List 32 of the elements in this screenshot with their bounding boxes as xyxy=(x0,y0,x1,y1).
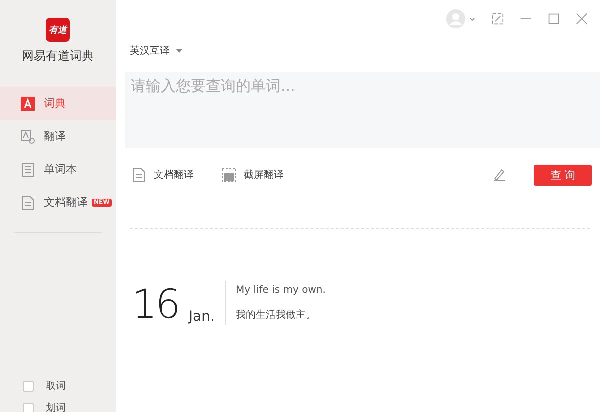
search-field[interactable]: 请输入您要查询的单词... xyxy=(125,72,600,148)
nav-label: 翻译 xyxy=(44,129,66,144)
document-icon xyxy=(132,168,146,182)
letter-a-icon xyxy=(21,96,35,110)
translate-icon xyxy=(21,130,35,144)
query-button[interactable]: 查 询 xyxy=(534,164,592,186)
english-quote: My life is my own. xyxy=(236,284,326,296)
book-icon xyxy=(21,162,35,176)
app-logo: 有道 xyxy=(46,18,70,42)
camera-icon xyxy=(222,168,236,182)
date-month: Jan. xyxy=(188,309,215,325)
close-icon[interactable] xyxy=(576,13,588,25)
checkbox-label: 取词 xyxy=(46,380,66,393)
checkbox[interactable] xyxy=(23,402,34,412)
checkbox[interactable] xyxy=(23,380,34,392)
caret-icon xyxy=(176,49,183,53)
app-name: 网易有道词典 xyxy=(22,48,94,65)
nav-label: 单词本 xyxy=(44,162,77,177)
nav-item[interactable]: 单词本 xyxy=(0,153,116,186)
document-icon xyxy=(21,196,35,210)
language-dropdown[interactable]: 英汉互译 xyxy=(130,43,600,59)
nav-label: 文档翻译 xyxy=(44,195,88,210)
pen-icon[interactable] xyxy=(492,168,506,182)
chinese-quote: 我的生活我做主。 xyxy=(236,308,317,322)
nav-item[interactable]: 翻译 xyxy=(0,120,116,153)
date-day: 16 xyxy=(132,285,179,325)
resize-icon[interactable] xyxy=(492,13,504,25)
tool-button[interactable]: 文档翻译 xyxy=(132,168,194,182)
maximize-icon[interactable] xyxy=(548,13,560,25)
chevron-down-icon xyxy=(469,16,476,22)
tool-button[interactable]: 截屏翻译 xyxy=(222,168,284,182)
nav-label: 词典 xyxy=(44,96,66,111)
